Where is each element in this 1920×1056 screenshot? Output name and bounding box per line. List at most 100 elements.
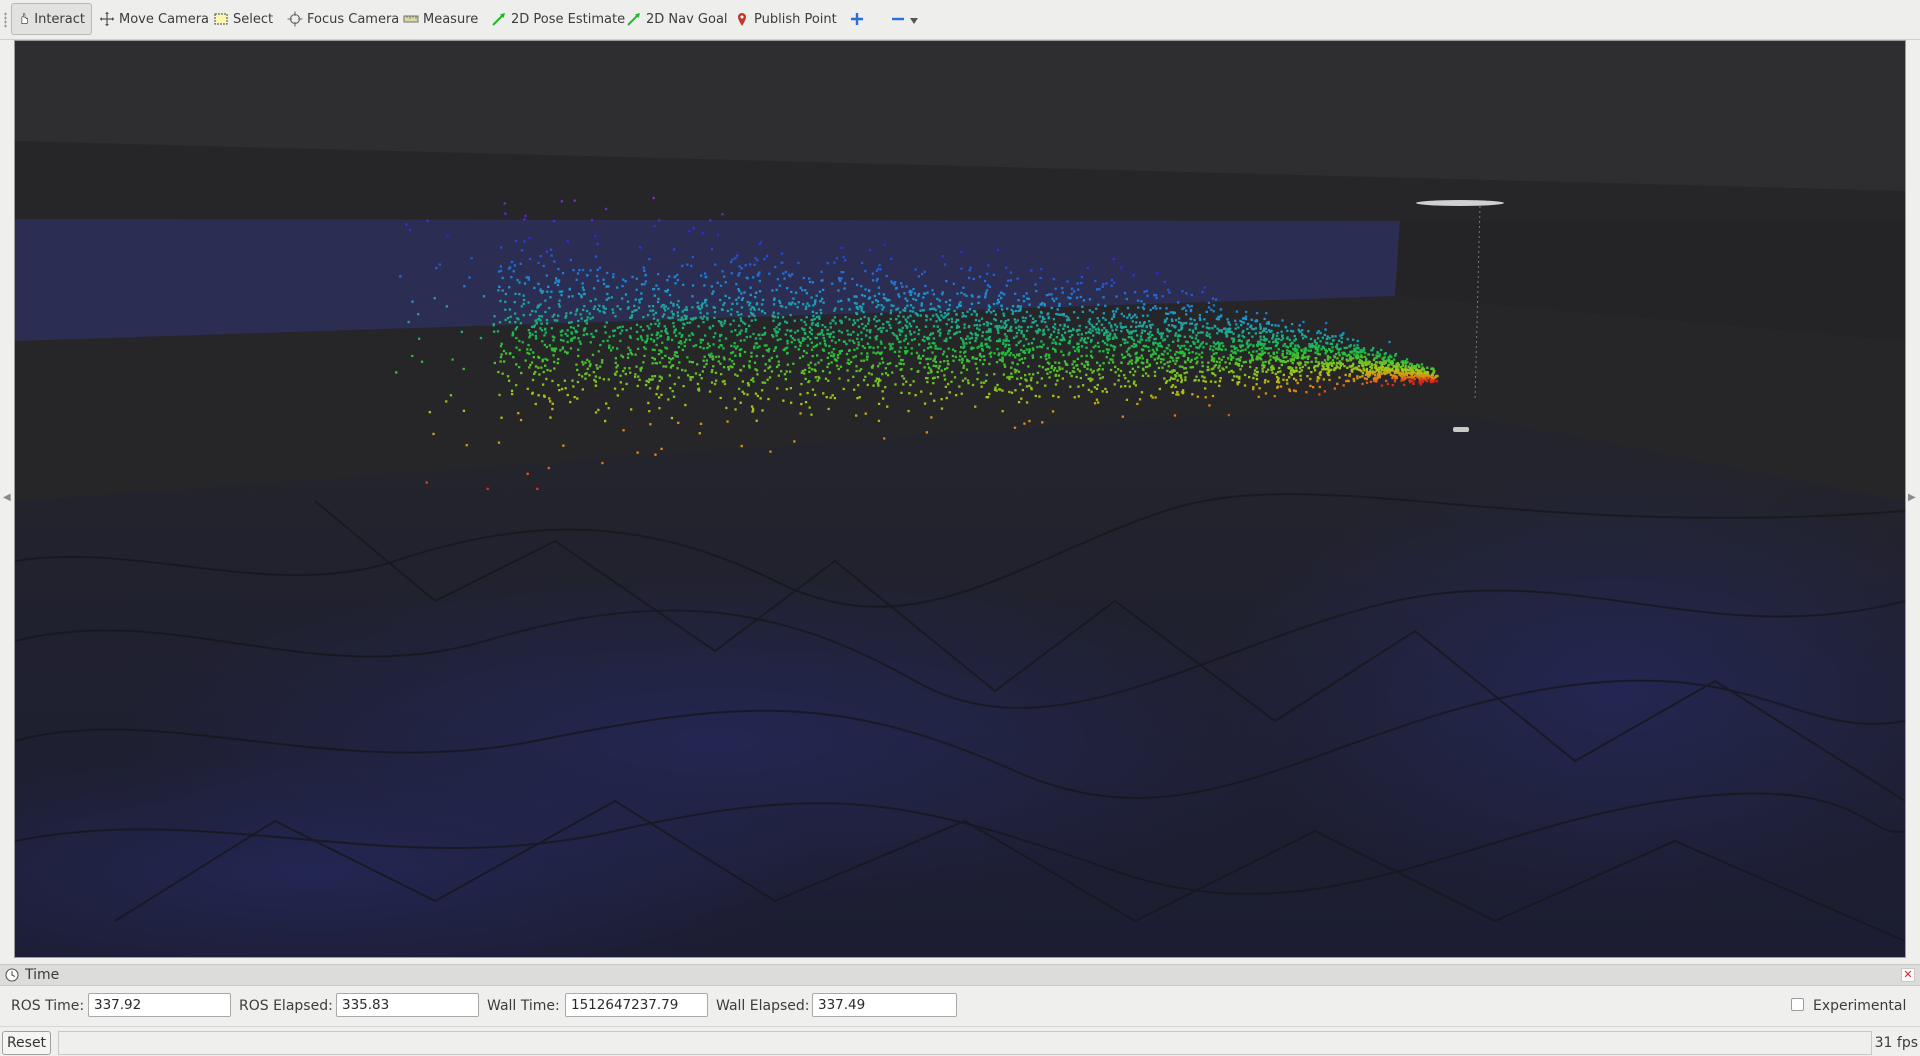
wall-time-field[interactable] <box>565 993 708 1017</box>
cloud-point <box>1177 393 1180 396</box>
reset-button[interactable]: Reset <box>2 1031 51 1055</box>
collapse-left-arrow-icon[interactable]: ◀ <box>3 492 13 506</box>
tool-2d-nav-goal[interactable]: 2D Nav Goal <box>620 3 734 35</box>
cloud-point <box>785 388 788 391</box>
cloud-point <box>724 294 727 298</box>
cloud-point <box>624 293 628 296</box>
cloud-point <box>449 394 453 397</box>
cloud-point <box>509 352 512 355</box>
cloud-point <box>882 306 885 309</box>
cloud-point <box>1058 366 1061 369</box>
cloud-point <box>950 326 953 329</box>
ros-elapsed-field[interactable] <box>336 993 479 1017</box>
cloud-point <box>942 316 945 319</box>
cloud-point <box>913 292 917 295</box>
cloud-point <box>920 302 923 305</box>
render-viewport[interactable] <box>14 40 1906 958</box>
tool-interact[interactable]: Interact <box>11 3 92 35</box>
cloud-point <box>579 342 582 345</box>
cloud-point <box>1210 308 1213 311</box>
add-tool-button[interactable] <box>843 3 875 35</box>
cloud-point <box>1089 331 1092 334</box>
cloud-point <box>706 316 709 320</box>
cloud-point <box>898 350 901 353</box>
cloud-point <box>867 289 871 293</box>
cloud-point <box>1021 388 1024 392</box>
cloud-point <box>1212 304 1216 307</box>
cloud-point <box>1292 377 1296 380</box>
cloud-point <box>796 306 799 309</box>
cloud-point <box>823 339 826 342</box>
cloud-point <box>1106 330 1109 334</box>
cloud-point <box>581 360 584 364</box>
cloud-point <box>784 378 787 381</box>
cloud-point <box>1272 356 1275 359</box>
cloud-point <box>1263 317 1266 321</box>
cloud-point <box>1114 335 1117 338</box>
cloud-point <box>1130 332 1133 335</box>
cloud-point <box>662 365 665 368</box>
tool-2d-pose-estimate[interactable]: 2D Pose Estimate <box>485 3 631 35</box>
remove-tool-button[interactable] <box>884 3 924 35</box>
cloud-point <box>513 301 516 304</box>
cloud-point <box>896 338 899 341</box>
cloud-point <box>743 339 746 342</box>
cloud-point <box>827 362 830 365</box>
cloud-point <box>1346 366 1349 369</box>
cloud-point <box>857 325 861 328</box>
cloud-point <box>923 366 926 369</box>
cloud-point <box>827 407 830 411</box>
cloud-point <box>1165 347 1168 350</box>
cloud-point <box>978 319 981 322</box>
tool-measure[interactable]: Measure <box>397 3 484 35</box>
cloud-point <box>714 371 718 374</box>
cloud-point <box>893 333 896 336</box>
cloud-point <box>940 398 943 401</box>
cloud-point <box>914 298 918 302</box>
tool-move-camera[interactable]: Move Camera <box>93 3 215 35</box>
cloud-point <box>581 375 584 378</box>
cloud-point <box>936 325 939 328</box>
cloud-point <box>977 301 980 304</box>
cloud-point <box>1359 355 1363 358</box>
ros-time-field[interactable] <box>88 993 231 1017</box>
cloud-point <box>1263 342 1266 346</box>
cloud-point <box>980 317 984 320</box>
cloud-point <box>683 323 686 326</box>
cloud-point <box>1325 350 1328 353</box>
cloud-point <box>1003 333 1007 336</box>
cloud-point <box>1122 315 1126 318</box>
tool-select[interactable]: Select <box>207 3 279 35</box>
toolbar-grip[interactable] <box>4 12 7 28</box>
cloud-point <box>1017 354 1021 357</box>
collapse-right-arrow-icon[interactable]: ▶ <box>1908 492 1918 506</box>
cloud-point <box>925 315 929 318</box>
experimental-checkbox[interactable] <box>1791 998 1804 1011</box>
cloud-point <box>704 301 707 304</box>
cloud-point <box>1391 376 1394 380</box>
wall-elapsed-field[interactable] <box>812 993 957 1017</box>
cloud-point <box>773 315 776 319</box>
cloud-point <box>926 362 930 366</box>
tool-focus-camera[interactable]: Focus Camera <box>281 3 405 35</box>
cloud-point <box>1085 326 1088 329</box>
cloud-point <box>809 337 812 341</box>
cloud-point <box>715 379 718 382</box>
cloud-point <box>744 330 748 333</box>
cloud-point <box>835 257 838 260</box>
cloud-point <box>1139 341 1142 344</box>
tool-publish-point[interactable]: Publish Point <box>728 3 843 35</box>
cloud-point <box>872 279 875 282</box>
close-icon[interactable]: ✕ <box>1901 968 1915 982</box>
cloud-point <box>1149 330 1152 333</box>
cloud-point <box>1148 333 1151 336</box>
cloud-point <box>1211 349 1215 352</box>
cloud-point <box>1340 341 1343 344</box>
cloud-point <box>549 416 552 419</box>
cloud-point <box>1393 370 1396 373</box>
cloud-point <box>828 344 831 348</box>
3d-scene[interactable] <box>15 41 1905 957</box>
cloud-point <box>914 312 917 315</box>
cloud-point <box>1363 361 1366 365</box>
cloud-point <box>1113 333 1116 336</box>
